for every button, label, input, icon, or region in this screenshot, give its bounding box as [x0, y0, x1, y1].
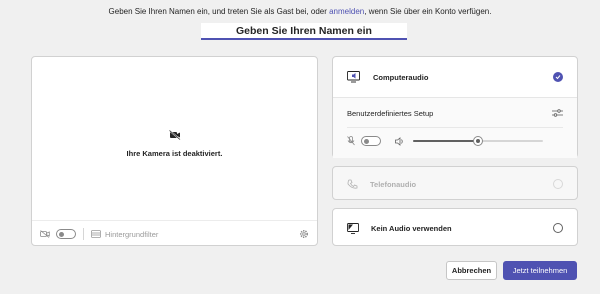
no-audio-option[interactable]: Kein Audio verwenden — [332, 208, 578, 246]
background-filter-icon — [91, 230, 101, 238]
volume-fill — [413, 140, 478, 142]
name-input[interactable] — [201, 23, 407, 40]
intro-text: Geben Sie Ihren Namen ein, und treten Si… — [0, 7, 600, 16]
cancel-button[interactable]: Abbrechen — [446, 261, 497, 280]
phone-audio-option: Telefonaudio — [332, 166, 578, 200]
sign-in-link[interactable]: anmelden — [329, 7, 364, 16]
video-preview: Ihre Kamera ist deaktiviert. Hintergrund… — [31, 56, 318, 246]
intro-text-before: Geben Sie Ihren Namen ein, und treten Si… — [108, 7, 330, 16]
computer-audio-label: Computeraudio — [373, 72, 429, 82]
volume-thumb[interactable] — [473, 136, 483, 146]
selected-check-icon — [553, 72, 563, 82]
intro-text-after: , wenn Sie über ein Konto verfügen. — [364, 7, 492, 16]
no-audio-radio[interactable] — [553, 223, 563, 233]
computer-audio-option[interactable]: Computeraudio Benutzerdefiniertes Setup — [332, 56, 578, 158]
camera-toggle[interactable] — [56, 229, 76, 239]
volume-slider[interactable] — [413, 136, 543, 146]
phone-icon — [347, 179, 358, 189]
camera-off-icon — [168, 129, 181, 141]
speaker-icon — [395, 136, 403, 146]
video-divider — [32, 220, 317, 221]
custom-setup-panel: Benutzerdefiniertes Setup — [333, 97, 577, 158]
join-now-button[interactable]: Jetzt teilnehmen — [503, 261, 577, 280]
computer-audio-icon — [347, 71, 360, 83]
no-audio-icon — [347, 222, 359, 234]
no-audio-label: Kein Audio verwenden — [371, 223, 452, 233]
camera-off-notice: Ihre Kamera ist deaktiviert. — [32, 127, 317, 158]
camera-off-message: Ihre Kamera ist deaktiviert. — [126, 149, 223, 158]
setup-divider — [347, 127, 563, 128]
mic-toggle[interactable] — [361, 136, 381, 146]
video-toolbar: Hintergrundfilter — [40, 227, 309, 241]
audio-settings-sliders-icon[interactable] — [552, 109, 563, 117]
toolbar-separator — [83, 228, 84, 240]
custom-setup-label: Benutzerdefiniertes Setup — [347, 108, 434, 118]
mic-off-icon — [347, 136, 355, 146]
camera-off-small-icon — [40, 230, 50, 238]
settings-gear-icon[interactable] — [299, 229, 309, 239]
background-filter-label[interactable]: Hintergrundfilter — [105, 230, 299, 239]
phone-audio-label: Telefonaudio — [370, 179, 417, 189]
phone-audio-radio — [553, 179, 563, 189]
